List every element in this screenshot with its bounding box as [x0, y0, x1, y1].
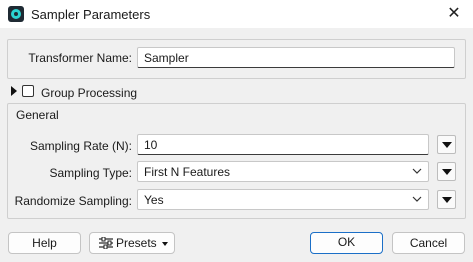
sampling-rate-label: Sampling Rate (N):	[29, 139, 132, 153]
group-processing-label: Group Processing	[41, 86, 138, 100]
help-button-label: Help	[32, 236, 57, 250]
group-processing-checkbox[interactable]	[22, 85, 34, 97]
app-icon	[8, 6, 24, 22]
window-title: Sampler Parameters	[31, 7, 151, 22]
chevron-down-icon	[412, 168, 422, 174]
dropdown-arrow-icon	[162, 242, 168, 246]
ok-button[interactable]: OK	[310, 232, 383, 254]
randomize-sampling-label: Randomize Sampling:	[14, 194, 132, 208]
sampling-rate-input[interactable]: 10	[137, 134, 429, 155]
transformer-name-value: Sampler	[144, 51, 189, 65]
chevron-down-icon	[412, 196, 422, 202]
sampling-type-options-button[interactable]	[437, 162, 456, 181]
sampling-type-value: First N Features	[144, 165, 231, 179]
transformer-name-input[interactable]: Sampler	[137, 47, 455, 68]
general-section-title: General	[16, 108, 59, 122]
presets-button-label: Presets	[116, 236, 157, 250]
cancel-button[interactable]: Cancel	[392, 232, 465, 254]
sampling-type-label: Sampling Type:	[49, 166, 133, 180]
randomize-sampling-select[interactable]: Yes	[137, 189, 429, 210]
help-button[interactable]: Help	[8, 232, 81, 254]
ok-button-label: OK	[337, 235, 356, 249]
group-processing-expander[interactable]	[11, 86, 17, 96]
randomize-sampling-options-button[interactable]	[437, 190, 456, 209]
randomize-sampling-value: Yes	[144, 193, 164, 207]
close-icon: ✕	[447, 5, 461, 22]
sampling-rate-options-button[interactable]	[437, 135, 456, 154]
title-bar: Sampler Parameters ✕	[0, 0, 473, 28]
sampling-rate-value: 10	[144, 138, 158, 152]
transformer-name-label: Transformer Name:	[28, 51, 132, 65]
sampling-type-select[interactable]: First N Features	[137, 161, 429, 182]
cancel-button-label: Cancel	[409, 236, 448, 250]
presets-button[interactable]: Presets	[89, 232, 175, 254]
sliders-icon	[99, 237, 113, 249]
close-button[interactable]: ✕	[443, 3, 465, 25]
